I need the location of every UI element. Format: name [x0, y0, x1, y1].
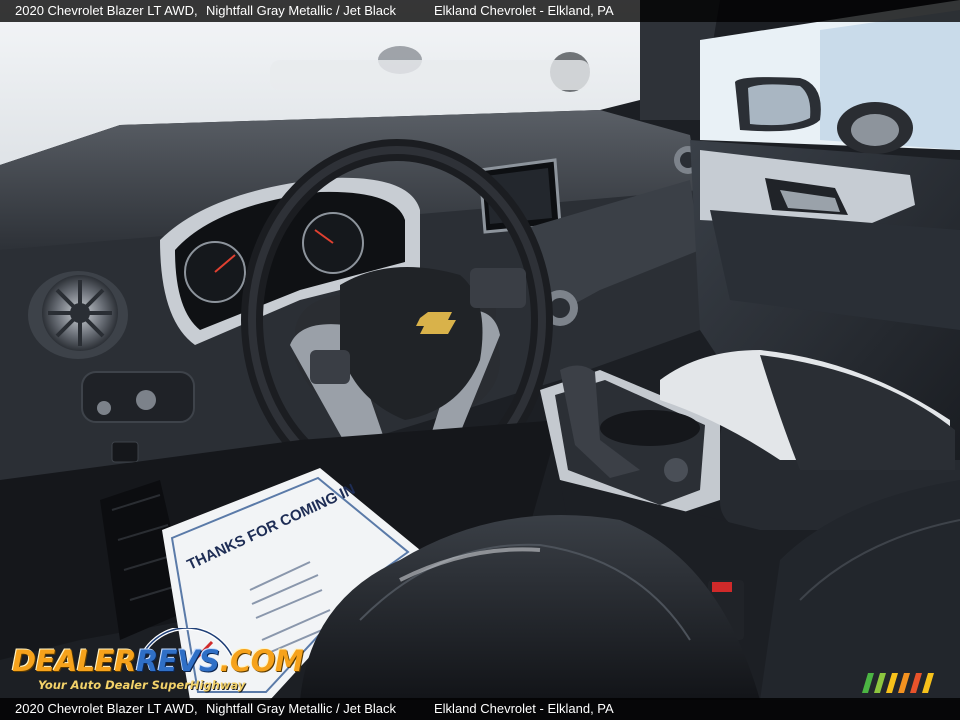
caption-vehicle: 2020 Chevrolet Blazer LT AWD,	[15, 3, 198, 18]
dealerrevs-logo: DEALERREVS.COM Your Auto Dealer SuperHig…	[12, 628, 304, 696]
logo-tagline: Your Auto Dealer SuperHighway	[38, 678, 246, 692]
caption-color: Nightfall Gray Metallic / Jet Black	[206, 3, 397, 18]
car-interior-photo: THANKS FOR COMING IN	[0, 0, 960, 720]
caption-dealer: Elkland Chevrolet - Elkland, PA	[434, 701, 614, 716]
caption-dealer: Elkland Chevrolet - Elkland, PA	[434, 3, 614, 18]
photo-frame: THANKS FOR COMING IN 2020 Chevrolet Blaz…	[0, 0, 960, 720]
caption-color: Nightfall Gray Metallic / Jet Black	[206, 701, 397, 716]
caption-bar-top: 2020 Chevrolet Blazer LT AWD, Nightfall …	[0, 0, 960, 22]
caption-bar-bottom: 2020 Chevrolet Blazer LT AWD, Nightfall …	[0, 698, 960, 720]
stripes-icon	[862, 673, 934, 693]
logo-wordmark: DEALERREVS.COM	[12, 644, 304, 678]
caption-vehicle: 2020 Chevrolet Blazer LT AWD,	[15, 701, 198, 716]
